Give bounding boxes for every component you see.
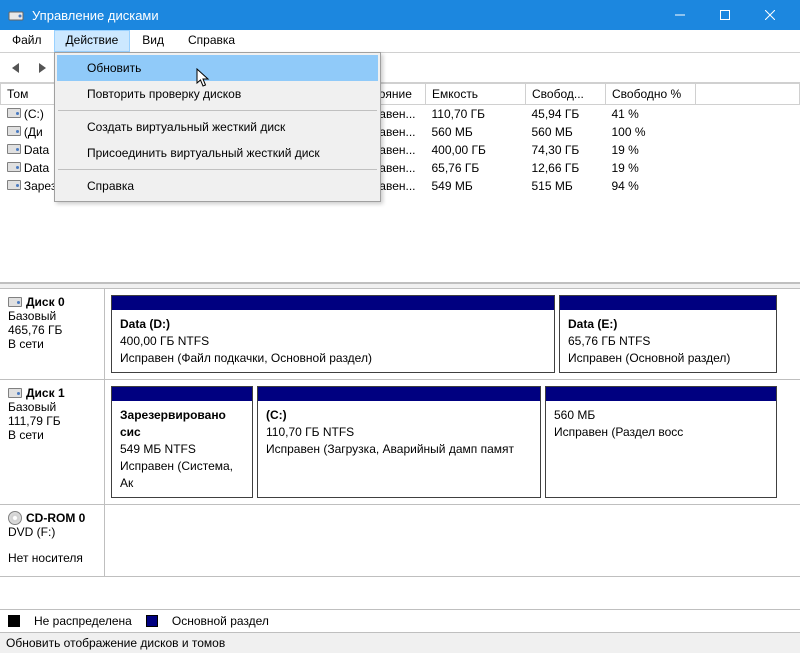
partition-body: 560 МБИсправен (Раздел восс [546, 401, 776, 497]
partition-header [112, 296, 554, 310]
cdrom-row[interactable]: CD-ROM 0 DVD (F:) Нет носителя [0, 505, 800, 577]
col-spacer [696, 84, 800, 105]
disk-row[interactable]: Диск 0Базовый465,76 ГБВ сетиData (D:)400… [0, 289, 800, 380]
app-icon [8, 7, 24, 23]
menu-action[interactable]: Действие [54, 30, 131, 52]
legend-swatch-unallocated [8, 615, 20, 627]
menu-item-refresh[interactable]: Обновить [57, 55, 378, 81]
partition[interactable]: Data (D:)400,00 ГБ NTFSИсправен (Файл по… [111, 295, 555, 373]
cdrom-label: CD-ROM 0 DVD (F:) Нет носителя [0, 505, 105, 576]
legend: Не распределена Основной раздел [0, 609, 800, 632]
volume-icon [7, 126, 21, 136]
minimize-button[interactable] [657, 0, 702, 30]
action-dropdown: Обновить Повторить проверку дисков Созда… [54, 52, 381, 202]
menu-help[interactable]: Справка [176, 30, 247, 52]
partition-body: (C:)110,70 ГБ NTFSИсправен (Загрузка, Ав… [258, 401, 540, 497]
disk-graphical-view: Диск 0Базовый465,76 ГБВ сетиData (D:)400… [0, 289, 800, 609]
col-free-pct[interactable]: Свободно % [606, 84, 696, 105]
disk-partitions: Зарезервировано сис549 МБ NTFSИсправен (… [105, 380, 800, 504]
partition-header [560, 296, 776, 310]
partition[interactable]: Зарезервировано сис549 МБ NTFSИсправен (… [111, 386, 253, 498]
partition-header [258, 387, 540, 401]
forward-button[interactable] [32, 57, 54, 79]
menu-item-attach-vhd[interactable]: Присоединить виртуальный жесткий диск [57, 140, 378, 166]
disk-partitions: Data (D:)400,00 ГБ NTFSИсправен (Файл по… [105, 289, 800, 379]
volume-icon [7, 162, 21, 172]
volume-icon [7, 108, 21, 118]
window-titlebar: Управление дисками [0, 0, 800, 30]
partition-header [546, 387, 776, 401]
back-button[interactable] [6, 57, 28, 79]
cdrom-state: Нет носителя [8, 551, 96, 565]
partition-body: Data (E:)65,76 ГБ NTFSИсправен (Основной… [560, 310, 776, 372]
menu-item-create-vhd[interactable]: Создать виртуальный жесткий диск [57, 114, 378, 140]
window-title: Управление дисками [32, 8, 657, 23]
menu-separator [58, 110, 377, 111]
menubar: Файл Действие Вид Справка [0, 30, 800, 53]
partition-body: Зарезервировано сис549 МБ NTFSИсправен (… [112, 401, 252, 497]
maximize-button[interactable] [702, 0, 747, 30]
disk-row[interactable]: Диск 1Базовый111,79 ГБВ сетиЗарезервиров… [0, 380, 800, 505]
cdrom-empty [105, 505, 800, 576]
disk-icon [8, 297, 22, 307]
menu-item-rescan[interactable]: Повторить проверку дисков [57, 81, 378, 107]
volume-icon [7, 144, 21, 154]
menu-separator [58, 169, 377, 170]
cdrom-icon [8, 511, 22, 525]
partition-header [112, 387, 252, 401]
disk-label: Диск 0Базовый465,76 ГБВ сети [0, 289, 105, 379]
close-button[interactable] [747, 0, 792, 30]
legend-label-unallocated: Не распределена [34, 614, 132, 628]
menu-item-help[interactable]: Справка [57, 173, 378, 199]
disk-icon [8, 388, 22, 398]
partition-body: Data (D:)400,00 ГБ NTFSИсправен (Файл по… [112, 310, 554, 372]
partition[interactable]: Data (E:)65,76 ГБ NTFSИсправен (Основной… [559, 295, 777, 373]
menu-view[interactable]: Вид [130, 30, 176, 52]
col-free[interactable]: Свобод... [526, 84, 606, 105]
legend-label-primary: Основной раздел [172, 614, 269, 628]
legend-swatch-primary [146, 615, 158, 627]
col-capacity[interactable]: Емкость [426, 84, 526, 105]
menu-file[interactable]: Файл [0, 30, 54, 52]
statusbar: Обновить отображение дисков и томов [0, 632, 800, 653]
disk-label: Диск 1Базовый111,79 ГБВ сети [0, 380, 105, 504]
volume-icon [7, 180, 21, 190]
cdrom-name: CD-ROM 0 [26, 511, 85, 525]
partition[interactable]: (C:)110,70 ГБ NTFSИсправен (Загрузка, Ав… [257, 386, 541, 498]
cdrom-type: DVD (F:) [8, 525, 96, 539]
partition[interactable]: 560 МБИсправен (Раздел восс [545, 386, 777, 498]
